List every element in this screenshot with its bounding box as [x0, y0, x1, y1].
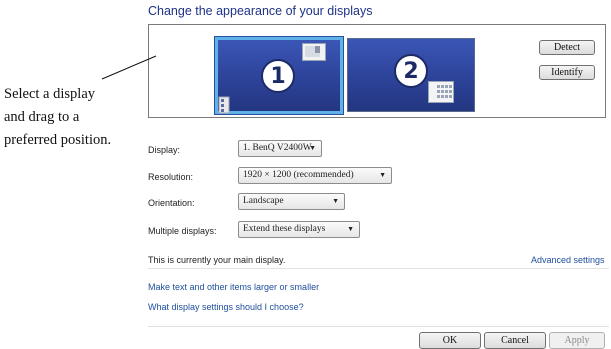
detect-button[interactable]: Detect	[539, 40, 595, 55]
display-arrangement-area: 1 2 Detect Identify	[148, 24, 606, 118]
cancel-button[interactable]: Cancel	[484, 332, 546, 349]
multiple-displays-label: Multiple displays:	[148, 226, 217, 236]
multiple-displays-select-value: Extend these displays	[243, 224, 326, 234]
apply-button[interactable]: Apply	[549, 332, 605, 349]
status-text: This is currently your main display.	[148, 255, 286, 265]
display-help-link[interactable]: What display settings should I choose?	[148, 302, 304, 312]
chevron-down-icon: ▼	[379, 171, 386, 179]
monitor-1-number: 1	[261, 59, 295, 93]
ok-button[interactable]: OK	[419, 332, 481, 349]
chevron-down-icon: ▼	[347, 225, 354, 233]
display-label: Display:	[148, 145, 181, 155]
caption-line-1: Select a display	[4, 86, 96, 102]
caption-line-2: and drag to a	[4, 109, 80, 125]
orientation-select-value: Landscape	[243, 196, 284, 206]
multiple-displays-select[interactable]: Extend these displays ▼	[238, 221, 360, 238]
resolution-select[interactable]: 1920 × 1200 (recommended) ▼	[238, 167, 392, 184]
monitor-2-tile[interactable]: 2	[347, 38, 475, 112]
advanced-settings-link[interactable]: Advanced settings	[531, 255, 605, 265]
text-size-link[interactable]: Make text and other items larger or smal…	[148, 282, 319, 292]
monitor-icon	[302, 43, 326, 61]
grid-icon	[428, 81, 454, 103]
chevron-down-icon: ▼	[332, 197, 339, 205]
monitor-2-number: 2	[394, 54, 428, 88]
divider	[148, 268, 609, 269]
page-title: Change the appearance of your displays	[148, 4, 373, 18]
monitor-1-tile[interactable]: 1	[214, 36, 344, 115]
display-select[interactable]: 1. BenQ V2400W ▼	[238, 140, 322, 157]
chevron-down-icon: ▼	[309, 144, 316, 152]
divider	[148, 326, 609, 327]
identify-button[interactable]: Identify	[539, 65, 595, 80]
desktop-icons	[218, 96, 230, 114]
resolution-label: Resolution:	[148, 172, 194, 182]
resolution-select-value: 1920 × 1200 (recommended)	[243, 170, 354, 180]
callout-caption: Select a display and drag to a preferred…	[4, 83, 144, 152]
display-select-value: 1. BenQ V2400W	[243, 143, 312, 153]
orientation-label: Orientation:	[148, 198, 195, 208]
caption-line-3: preferred position.	[4, 132, 112, 148]
orientation-select[interactable]: Landscape ▼	[238, 193, 345, 210]
